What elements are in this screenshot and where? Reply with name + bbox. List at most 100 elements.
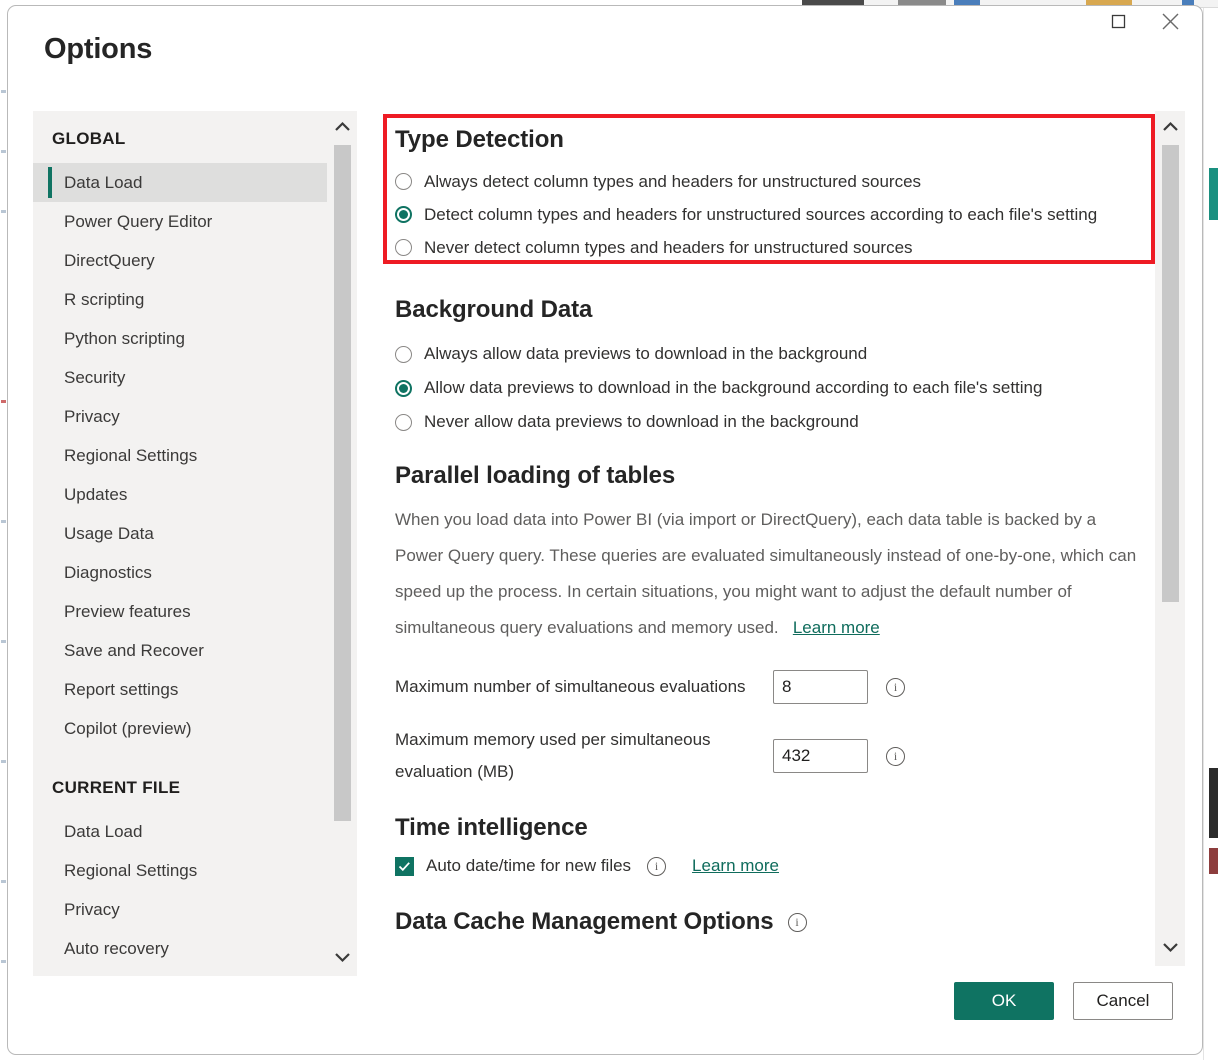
cancel-button[interactable]: Cancel bbox=[1073, 982, 1173, 1020]
radio-button[interactable] bbox=[395, 346, 412, 363]
parallel-loading-section: Parallel loading of tables When you load… bbox=[380, 439, 1162, 788]
info-icon[interactable]: i bbox=[788, 913, 807, 932]
close-icon bbox=[1161, 12, 1180, 36]
sidebar-item-diagnostics[interactable]: Diagnostics bbox=[33, 553, 327, 592]
sidebar-item-directquery[interactable]: DirectQuery bbox=[33, 241, 327, 280]
radio-button-selected[interactable] bbox=[395, 380, 412, 397]
radio-label: Never allow data previews to download in… bbox=[424, 412, 859, 432]
learn-more-link-parallel[interactable]: Learn more bbox=[793, 618, 880, 637]
radio-option-always-detect[interactable]: Always detect column types and headers f… bbox=[395, 165, 1162, 198]
sidebar-item-label: Updates bbox=[64, 485, 127, 505]
sidebar-scroll-down-button[interactable] bbox=[327, 942, 357, 976]
sidebar-item-report-settings[interactable]: Report settings bbox=[33, 670, 327, 709]
radio-option-never-allow-previews[interactable]: Never allow data previews to download in… bbox=[395, 405, 1162, 439]
page-title: Options bbox=[44, 33, 152, 66]
sidebar-item-label: Auto recovery bbox=[64, 939, 169, 959]
radio-label: Detect column types and headers for unst… bbox=[424, 205, 1097, 225]
sidebar-group-header-current-file: CURRENT FILE bbox=[33, 778, 327, 798]
sidebar-item-power-query-editor[interactable]: Power Query Editor bbox=[33, 202, 327, 241]
sidebar-item-label: Power Query Editor bbox=[64, 212, 212, 232]
info-icon[interactable]: i bbox=[886, 678, 905, 697]
max-memory-label: Maximum memory used per simultaneous eva… bbox=[395, 724, 773, 788]
chevron-down-icon bbox=[1162, 940, 1179, 958]
radio-label: Never detect column types and headers fo… bbox=[424, 238, 913, 258]
max-memory-field-row: Maximum memory used per simultaneous eva… bbox=[395, 724, 1162, 788]
screen: Options GLOBAL Data Load Power Query Edi… bbox=[0, 0, 1218, 1060]
section-title-data-cache: Data Cache Management Options bbox=[395, 908, 774, 936]
radio-option-allow-previews-per-file[interactable]: Allow data previews to download in the b… bbox=[395, 371, 1162, 405]
parallel-loading-description: When you load data into Power BI (via im… bbox=[395, 502, 1143, 646]
data-cache-section: Data Cache Management Options i bbox=[380, 876, 1162, 936]
radio-option-detect-per-file[interactable]: Detect column types and headers for unst… bbox=[395, 198, 1162, 231]
radio-button[interactable] bbox=[395, 239, 412, 256]
sidebar-item-label: Regional Settings bbox=[64, 446, 197, 466]
close-button[interactable] bbox=[1148, 8, 1192, 40]
content-scroll-up-button[interactable] bbox=[1155, 111, 1185, 145]
sidebar-item-label: Data Load bbox=[64, 822, 142, 842]
info-icon[interactable]: i bbox=[886, 747, 905, 766]
learn-more-link-time-intelligence[interactable]: Learn more bbox=[692, 856, 779, 876]
sidebar-item-label: Diagnostics bbox=[64, 563, 152, 583]
radio-option-never-detect[interactable]: Never detect column types and headers fo… bbox=[395, 231, 1162, 264]
sidebar-item-privacy[interactable]: Privacy bbox=[33, 397, 327, 436]
radio-label: Always detect column types and headers f… bbox=[424, 172, 921, 192]
sidebar-item-label: Save and Recover bbox=[64, 641, 204, 661]
content-scrollbar[interactable] bbox=[1155, 111, 1185, 966]
radio-option-always-allow-previews[interactable]: Always allow data previews to download i… bbox=[395, 337, 1162, 371]
sidebar-item-current-regional-settings[interactable]: Regional Settings bbox=[33, 851, 327, 890]
sidebar-item-label: Python scripting bbox=[64, 329, 185, 349]
sidebar-item-regional-settings[interactable]: Regional Settings bbox=[33, 436, 327, 475]
info-icon[interactable]: i bbox=[647, 857, 666, 876]
chevron-up-icon bbox=[1162, 119, 1179, 137]
section-title-parallel-loading: Parallel loading of tables bbox=[395, 462, 1162, 490]
radio-button[interactable] bbox=[395, 414, 412, 431]
sidebar-item-updates[interactable]: Updates bbox=[33, 475, 327, 514]
sidebar-item-usage-data[interactable]: Usage Data bbox=[33, 514, 327, 553]
sidebar-item-label: Data Load bbox=[64, 173, 142, 193]
section-title-type-detection: Type Detection bbox=[395, 126, 1162, 154]
app-right-edge-sliver bbox=[1203, 8, 1218, 1060]
sidebar-item-security[interactable]: Security bbox=[33, 358, 327, 397]
sidebar-scroll-area: GLOBAL Data Load Power Query Editor Dire… bbox=[33, 111, 327, 976]
sidebar-item-save-and-recover[interactable]: Save and Recover bbox=[33, 631, 327, 670]
max-memory-input[interactable] bbox=[773, 739, 868, 773]
sidebar-item-preview-features[interactable]: Preview features bbox=[33, 592, 327, 631]
content-scroll-down-button[interactable] bbox=[1155, 932, 1185, 966]
maximize-button[interactable] bbox=[1096, 8, 1140, 40]
maximize-icon bbox=[1111, 14, 1126, 34]
radio-button[interactable] bbox=[395, 173, 412, 190]
radio-label: Always allow data previews to download i… bbox=[424, 344, 867, 364]
ok-button[interactable]: OK bbox=[954, 982, 1054, 1020]
settings-pane: Type Detection Always detect column type… bbox=[380, 111, 1162, 966]
sidebar-item-label: Preview features bbox=[64, 602, 191, 622]
chevron-up-icon bbox=[334, 119, 351, 137]
sidebar-item-current-privacy[interactable]: Privacy bbox=[33, 890, 327, 929]
max-evaluations-field-row: Maximum number of simultaneous evaluatio… bbox=[395, 670, 1162, 704]
radio-button-selected[interactable] bbox=[395, 206, 412, 223]
sidebar-item-label: Security bbox=[64, 368, 125, 388]
sidebar-scrollbar-thumb[interactable] bbox=[334, 145, 351, 821]
sidebar: GLOBAL Data Load Power Query Editor Dire… bbox=[33, 111, 357, 976]
sidebar-item-label: Regional Settings bbox=[64, 861, 197, 881]
max-evaluations-input[interactable] bbox=[773, 670, 868, 704]
sidebar-item-current-data-load[interactable]: Data Load bbox=[33, 812, 327, 851]
sidebar-item-data-load[interactable]: Data Load bbox=[33, 163, 327, 202]
auto-date-time-label: Auto date/time for new files bbox=[426, 856, 631, 876]
options-dialog: Options GLOBAL Data Load Power Query Edi… bbox=[7, 5, 1203, 1055]
section-title-time-intelligence: Time intelligence bbox=[395, 814, 1162, 842]
sidebar-item-copilot-preview[interactable]: Copilot (preview) bbox=[33, 709, 327, 748]
background-data-section: Background Data Always allow data previe… bbox=[380, 271, 1162, 439]
sidebar-item-label: R scripting bbox=[64, 290, 144, 310]
sidebar-item-label: Privacy bbox=[64, 900, 120, 920]
content-scrollbar-thumb[interactable] bbox=[1162, 145, 1179, 602]
sidebar-item-r-scripting[interactable]: R scripting bbox=[33, 280, 327, 319]
auto-date-time-checkbox[interactable] bbox=[395, 857, 414, 876]
sidebar-item-label: DirectQuery bbox=[64, 251, 155, 271]
sidebar-item-label: Report settings bbox=[64, 680, 178, 700]
sidebar-group-header-global: GLOBAL bbox=[33, 129, 327, 149]
sidebar-item-python-scripting[interactable]: Python scripting bbox=[33, 319, 327, 358]
sidebar-scroll-up-button[interactable] bbox=[327, 111, 357, 145]
description-text: When you load data into Power BI (via im… bbox=[395, 510, 1136, 637]
sidebar-scrollbar[interactable] bbox=[327, 111, 357, 976]
sidebar-item-auto-recovery[interactable]: Auto recovery bbox=[33, 929, 327, 968]
